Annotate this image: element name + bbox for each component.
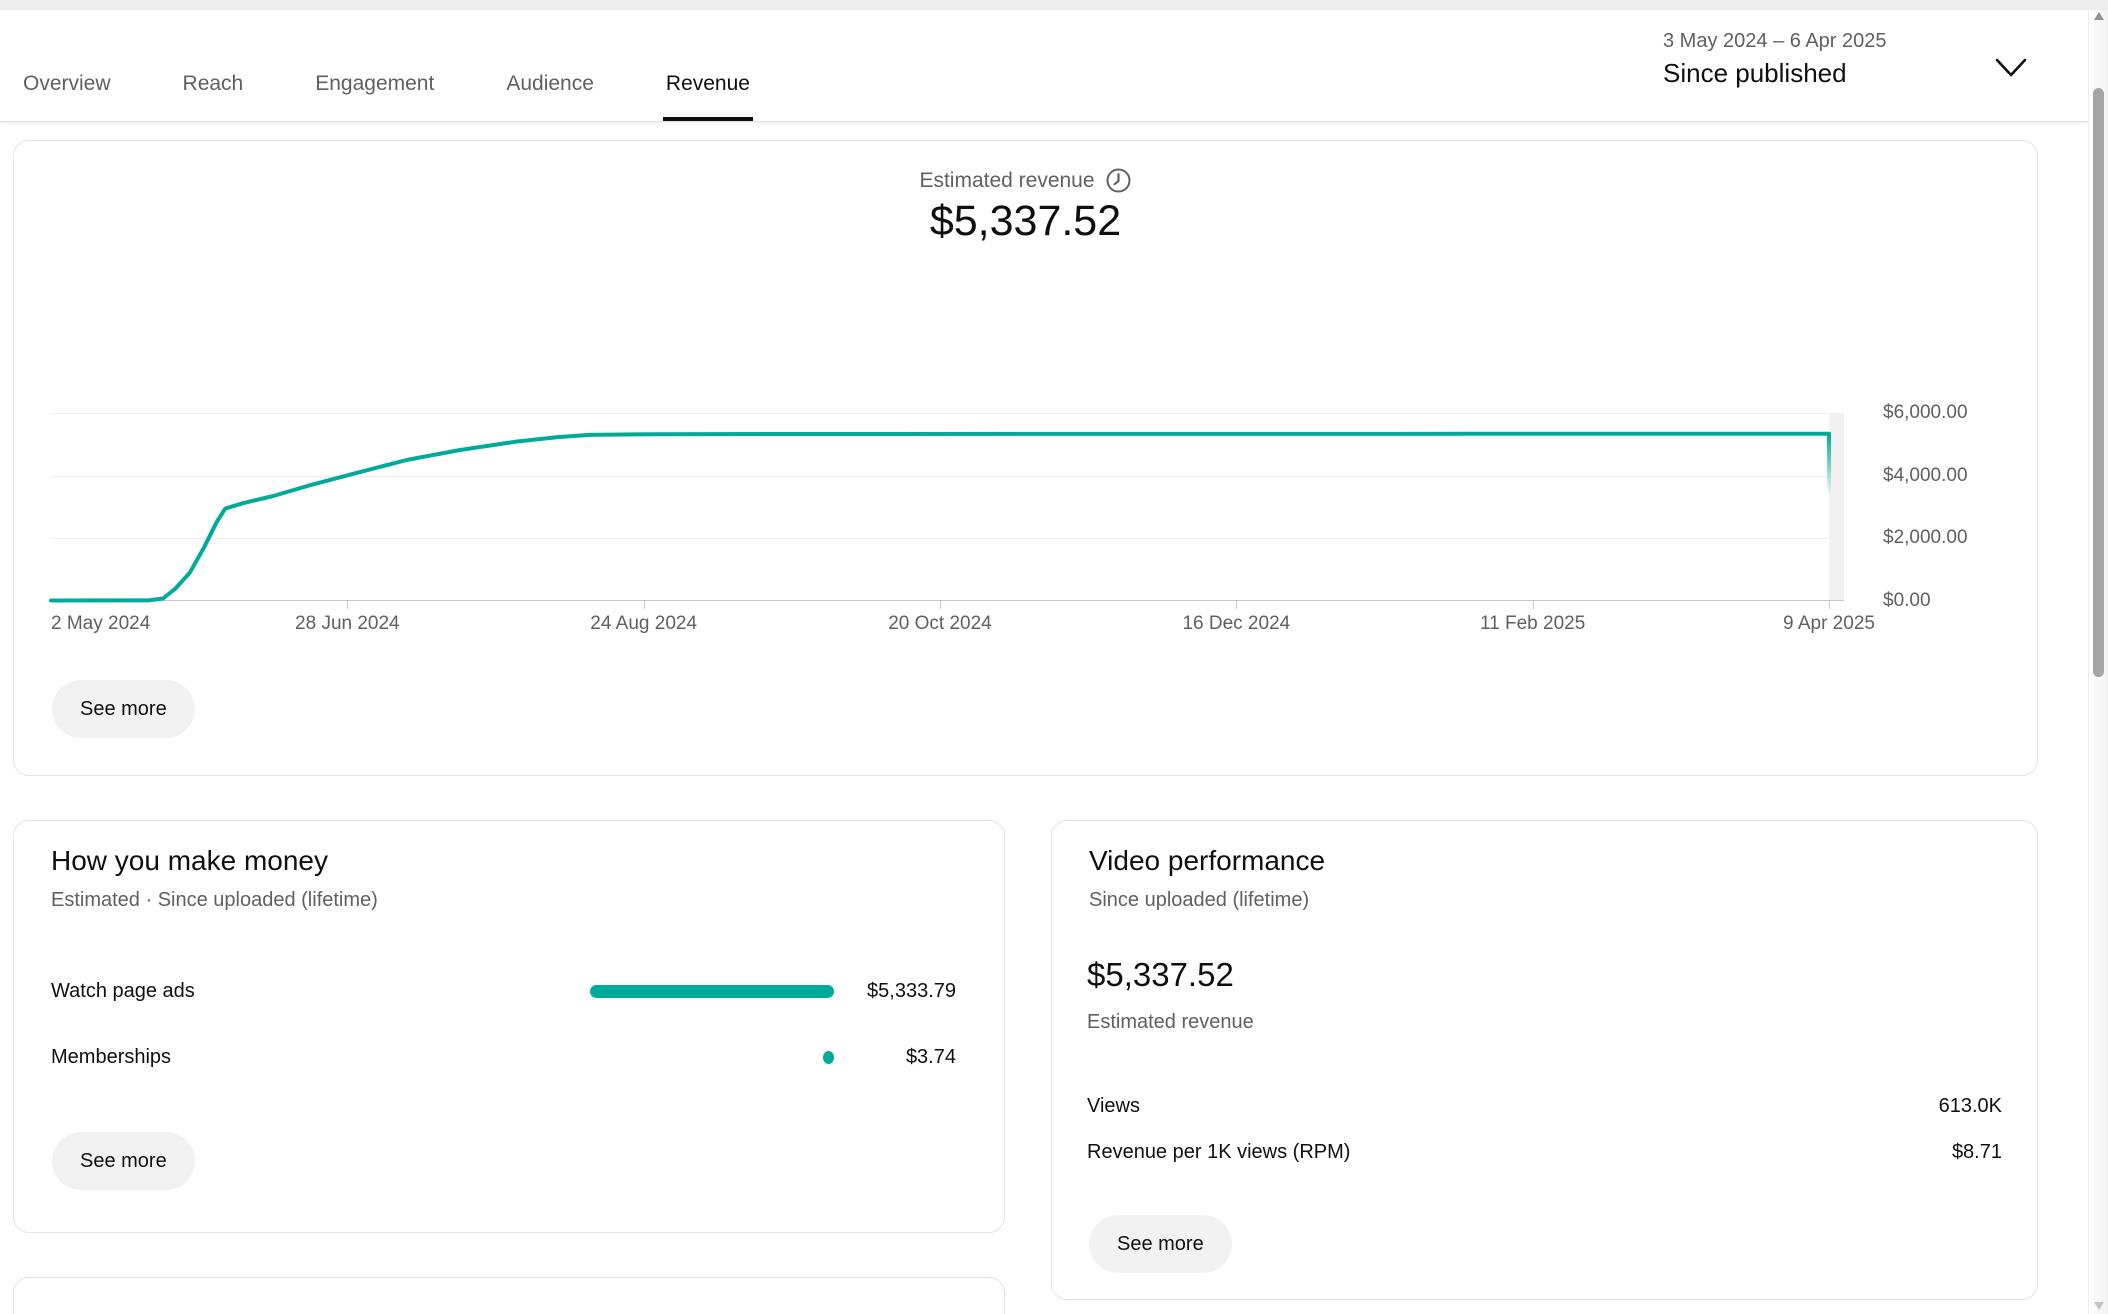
x-tick-mark [1829,601,1830,609]
money-row-label: Memberships [51,1046,534,1069]
x-tick-label: 16 Dec 2024 [1182,613,1290,635]
scrollbar-down-arrow-icon[interactable] [2094,1302,2104,1310]
money-row[interactable]: Memberships $3.74 [51,1037,956,1077]
page-top-strip [0,0,2108,10]
latest-period-highlight [1829,413,1844,601]
revenue-see-more-button[interactable]: See more [52,680,195,738]
x-tick-label: 2 May 2024 [51,613,150,635]
performance-row[interactable]: Views 613.0K [1087,1083,2002,1129]
next-card-partial [13,1277,1005,1314]
how-you-make-money-card: How you make money Estimated · Since upl… [13,820,1005,1233]
tab-engagement[interactable]: Engagement [315,10,434,121]
performance-card-subtitle: Since uploaded (lifetime) [1089,889,1309,912]
tab-audience[interactable]: Audience [506,10,594,121]
money-row-bar-area [534,985,834,998]
x-tick-mark [940,601,941,609]
money-row-bar [823,1051,834,1064]
y-axis-labels: $6,000.00$4,000.00$2,000.00$0.00 [1883,413,2033,601]
x-tick-mark [1533,601,1534,609]
x-axis-labels: 2 May 2024 28 Jun 2024 24 Aug 2024 20 Oct 2… [51,613,1829,643]
performance-rows: Views 613.0K Revenue per 1K views (RPM) $8.… [1087,1083,2002,1175]
money-row-bar [590,985,834,998]
metric-value: $5,337.52 [14,197,2037,246]
money-rows: Watch page ads $5,333.79 Memberships $3.74 [51,971,956,1103]
y-tick-label: $0.00 [1883,590,1931,612]
performance-row-value: 613.0K [1939,1095,2002,1118]
money-row-value: $5,333.79 [856,980,956,1003]
y-tick-label: $2,000.00 [1883,527,1968,549]
money-see-more-button[interactable]: See more [52,1132,195,1190]
revenue-line-chart [51,413,1829,601]
x-tick-mark [644,601,645,609]
x-tick-label: 28 Jun 2024 [295,613,400,635]
performance-primary-value: $5,337.52 [1087,956,1234,994]
metric-label: Estimated revenue [919,169,1094,193]
chevron-down-icon[interactable] [1994,56,2028,80]
scrollbar-thumb[interactable] [2093,88,2104,677]
performance-primary-label: Estimated revenue [1087,1011,1254,1034]
performance-row-label: Revenue per 1K views (RPM) [1087,1141,1350,1164]
tab-bar: Overview Reach Engagement Audience Revenue [23,10,750,121]
performance-row-label: Views [1087,1095,1140,1118]
money-row-value: $3.74 [856,1046,956,1069]
date-range-text: 3 May 2024 – 6 Apr 2025 [1663,28,2063,54]
revenue-line [51,434,1829,601]
x-tick-mark [1236,601,1237,609]
x-tick-mark [347,601,348,609]
clock-icon [1105,167,1132,194]
money-row-bar-area [534,1051,834,1064]
performance-row[interactable]: Revenue per 1K views (RPM) $8.71 [1087,1129,2002,1175]
tab-revenue[interactable]: Revenue [666,10,750,121]
metric-header: Estimated revenue [14,167,2037,194]
x-tick-label: 11 Feb 2025 [1480,613,1585,635]
money-row-label: Watch page ads [51,980,534,1003]
performance-row-value: $8.71 [1952,1141,2002,1164]
video-performance-card: Video performance Since uploaded (lifeti… [1051,820,2038,1300]
y-tick-label: $4,000.00 [1883,465,1968,487]
tab-reach[interactable]: Reach [183,10,244,121]
money-card-title: How you make money [51,845,328,877]
vertical-scrollbar[interactable] [2088,0,2108,1314]
revenue-chart-plot[interactable] [51,413,1829,601]
money-row[interactable]: Watch page ads $5,333.79 [51,971,956,1011]
performance-card-title: Video performance [1089,845,1325,877]
x-tick-label: 20 Oct 2024 [888,613,992,635]
scrollbar-up-arrow-icon[interactable] [2094,12,2104,20]
performance-see-more-button[interactable]: See more [1089,1215,1232,1273]
x-tick-label: 24 Aug 2024 [590,613,697,635]
estimated-revenue-card: Estimated revenue $5,337.52 $6,000.00 $4,… [13,140,2038,776]
line-end-drop [1827,434,1831,496]
y-tick-label: $6,000.00 [1883,402,1968,424]
x-tick-label: 9 Apr 2025 [1783,613,1875,635]
tab-overview[interactable]: Overview [23,10,111,121]
analytics-header: Overview Reach Engagement Audience Revenue 3… [0,10,2088,122]
money-card-subtitle: Estimated · Since uploaded (lifetime) [51,889,378,912]
